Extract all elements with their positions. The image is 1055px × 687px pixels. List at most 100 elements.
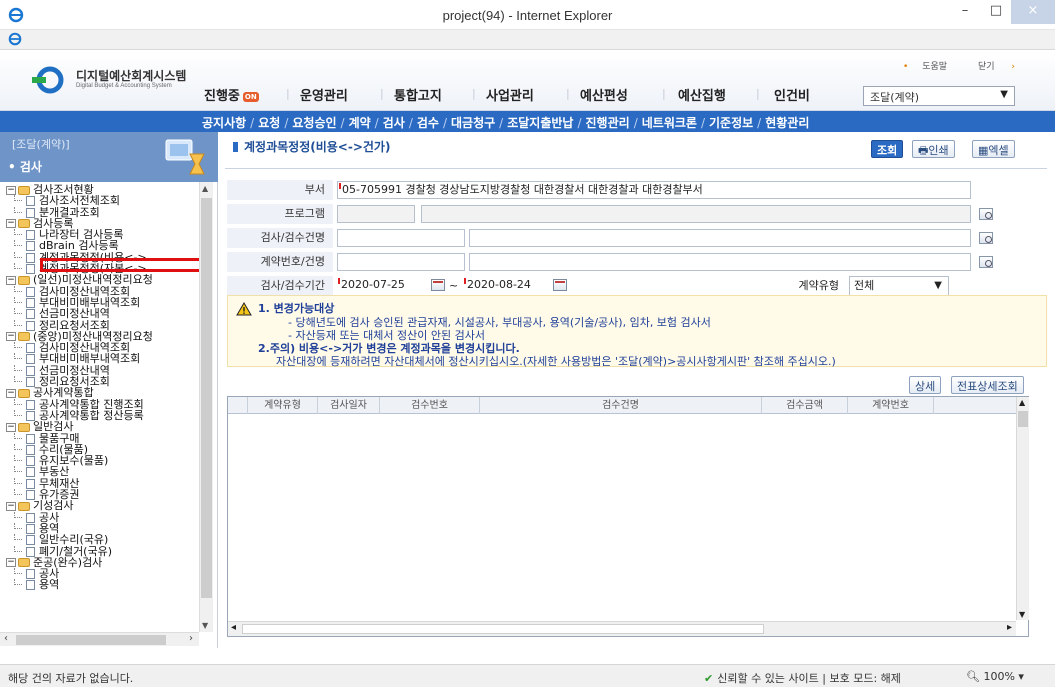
scroll-up-icon[interactable]: ▲ bbox=[202, 184, 208, 193]
zoom-control[interactable]: 🔍︎ 100% ▾ bbox=[966, 670, 1024, 683]
submenu-status[interactable]: 현황관리 bbox=[765, 116, 809, 130]
tree-item[interactable]: 검사미정산내역조회 bbox=[6, 342, 202, 353]
maximize-button[interactable]: □ bbox=[981, 0, 1011, 24]
submenu-approval[interactable]: 요청승인 bbox=[292, 116, 336, 130]
tree-folder[interactable]: − 검사등록 bbox=[6, 218, 202, 229]
tree-folder[interactable]: − 기성검사 bbox=[6, 500, 202, 511]
tree-item[interactable]: 나라장터 검사등록 bbox=[6, 229, 202, 240]
tree-item[interactable]: 선금미정산내역 bbox=[6, 308, 202, 319]
tree-item[interactable]: 수리(물품) bbox=[6, 443, 202, 455]
grid-col-contract-type[interactable]: 계약유형 bbox=[248, 397, 318, 414]
tree-folder[interactable]: − 일반검사 bbox=[6, 421, 202, 432]
contract-no-field[interactable] bbox=[337, 253, 465, 271]
scroll-up-icon[interactable]: ▲ bbox=[1019, 398, 1025, 407]
grid-horizontal-scrollbar[interactable]: ◂ ▸ bbox=[228, 621, 1016, 636]
collapse-icon[interactable]: − bbox=[6, 185, 16, 195]
program-code-field[interactable] bbox=[337, 205, 415, 223]
menu-in-progress[interactable]: 진행중 ON bbox=[204, 85, 259, 104]
scroll-thumb[interactable] bbox=[201, 198, 212, 598]
grid-col-insp-name[interactable]: 검수건명 bbox=[480, 397, 762, 414]
scroll-down-icon[interactable]: ▼ bbox=[202, 621, 208, 630]
tree-item[interactable]: 부대비미배부내역조회 bbox=[6, 296, 202, 308]
excel-button[interactable]: ▦엑셀 bbox=[972, 140, 1015, 158]
grid-col-insp-date[interactable]: 검사일자 bbox=[318, 397, 380, 414]
sidebar-horizontal-scrollbar[interactable]: ‹ › bbox=[0, 632, 199, 646]
tree-item[interactable]: 검사미정산내역조회 bbox=[6, 285, 202, 297]
submenu-contract[interactable]: 계약 bbox=[349, 116, 371, 130]
menu-budget-exec[interactable]: 예산집행 bbox=[678, 85, 726, 104]
grid-vertical-scrollbar[interactable]: ▲ ▼ bbox=[1016, 397, 1029, 620]
collapse-icon[interactable]: − bbox=[6, 558, 16, 568]
search-button[interactable]: 조회 bbox=[871, 140, 904, 158]
grid-col-amount[interactable]: 검수금액 bbox=[762, 397, 848, 414]
detail-button[interactable]: 상세 bbox=[909, 376, 942, 394]
tree-item[interactable]: 물품구매 bbox=[6, 432, 202, 444]
menu-budget-plan[interactable]: 예산편성 bbox=[580, 85, 628, 104]
program-search-icon[interactable] bbox=[979, 208, 993, 220]
submenu-notice[interactable]: 공지사항 bbox=[202, 116, 246, 130]
insp-search-icon[interactable] bbox=[979, 232, 993, 244]
scroll-thumb[interactable] bbox=[16, 635, 166, 645]
minimize-button[interactable]: – bbox=[950, 0, 980, 24]
tree-item[interactable]: 검사조서전체조회 bbox=[6, 195, 202, 206]
collapse-icon[interactable]: − bbox=[6, 501, 16, 511]
contract-search-icon[interactable] bbox=[979, 256, 993, 268]
collapse-icon[interactable]: − bbox=[6, 388, 16, 398]
tree-item[interactable]: 분개결과조회 bbox=[6, 206, 202, 218]
calendar-icon[interactable] bbox=[431, 279, 445, 291]
tree-item[interactable]: 용역 bbox=[6, 579, 202, 591]
grid-col-insp-no[interactable]: 검수번호 bbox=[380, 397, 480, 414]
submenu-acceptance[interactable]: 검수 bbox=[417, 116, 439, 130]
help-link[interactable]: • 도움말 bbox=[889, 62, 947, 72]
close-link[interactable]: 닫기 › bbox=[964, 62, 1015, 72]
menu-operation[interactable]: 운영관리 bbox=[300, 85, 348, 104]
tree-item[interactable]: 폐기/철거(국유) bbox=[6, 545, 202, 557]
tree-folder[interactable]: − (중앙)미정산내역정리요청 bbox=[6, 331, 202, 342]
collapse-icon[interactable]: − bbox=[6, 219, 16, 229]
insp-no-field[interactable] bbox=[337, 229, 465, 247]
submenu-request[interactable]: 요청 bbox=[258, 116, 280, 130]
scroll-left-icon[interactable]: ◂ bbox=[231, 622, 236, 633]
tree-item[interactable]: 공사계약통합 진행조회 bbox=[6, 398, 202, 410]
contract-name-field[interactable] bbox=[469, 253, 971, 271]
scroll-left-icon[interactable]: ‹ bbox=[4, 633, 8, 644]
app-logo[interactable]: 디지털예산회계시스템 Digital Budget & Accounting S… bbox=[30, 65, 200, 95]
collapse-icon[interactable]: − bbox=[6, 422, 16, 432]
menu-notice[interactable]: 통합고지 bbox=[394, 85, 442, 104]
tree-item[interactable]: 선금미정산내역 bbox=[6, 364, 202, 376]
menu-business[interactable]: 사업관리 bbox=[486, 85, 534, 104]
voucher-detail-button[interactable]: 전표상세조회 bbox=[951, 376, 1024, 394]
scroll-thumb[interactable] bbox=[1018, 411, 1028, 427]
dept-field[interactable]: 05-705991 경찰청 경상남도지방경찰청 대한경찰서 대한경찰과 대한경찰… bbox=[337, 181, 971, 199]
tree-folder[interactable]: − 공사계약통합 bbox=[6, 387, 202, 398]
date-to-field[interactable]: 2020-08-24 bbox=[463, 277, 547, 295]
submenu-progress[interactable]: 진행관리 bbox=[586, 116, 630, 130]
collapse-icon[interactable]: − bbox=[6, 332, 16, 342]
submenu-master-data[interactable]: 기준정보 bbox=[709, 116, 753, 130]
program-name-field[interactable] bbox=[421, 205, 971, 223]
insp-name-field[interactable] bbox=[469, 229, 971, 247]
close-button[interactable]: × bbox=[1011, 0, 1055, 24]
tree-folder[interactable]: − (일선)미정산내역정리요청 bbox=[6, 274, 202, 286]
tree-item[interactable]: 부동산 bbox=[6, 466, 202, 478]
tree-item[interactable]: 유지보수(물품) bbox=[6, 455, 202, 466]
scroll-right-icon[interactable]: › bbox=[189, 633, 193, 644]
grid-col-contract-no[interactable]: 계약번호 bbox=[848, 397, 934, 414]
calendar-icon[interactable] bbox=[553, 279, 567, 291]
date-from-field[interactable]: 2020-07-25 bbox=[337, 277, 421, 295]
tree-item[interactable]: 공사 bbox=[6, 568, 202, 579]
tree-item[interactable]: 정리요청서조회 bbox=[6, 376, 202, 387]
print-button[interactable]: 🖶인쇄 bbox=[912, 140, 955, 158]
tree-item[interactable]: 공사계약통합 정산등록 bbox=[6, 409, 202, 421]
sidebar-vertical-scrollbar[interactable]: ▲ ▼ bbox=[199, 182, 213, 632]
tree-item[interactable]: dBrain 검사등록 bbox=[6, 240, 202, 252]
scroll-thumb[interactable] bbox=[242, 624, 764, 634]
tree-item[interactable]: 정리요청서조회 bbox=[6, 319, 202, 331]
scroll-right-icon[interactable]: ▸ bbox=[1007, 622, 1012, 633]
tree-item[interactable]: 공사 bbox=[6, 511, 202, 523]
menu-payroll[interactable]: 인건비 bbox=[774, 85, 810, 104]
tree-item[interactable]: 무체재산 bbox=[6, 477, 202, 489]
submenu-network-loan[interactable]: 네트워크론 bbox=[642, 116, 697, 130]
submenu-inspection[interactable]: 검사 bbox=[383, 116, 405, 130]
tree-item[interactable]: 유가증권 bbox=[6, 489, 202, 500]
